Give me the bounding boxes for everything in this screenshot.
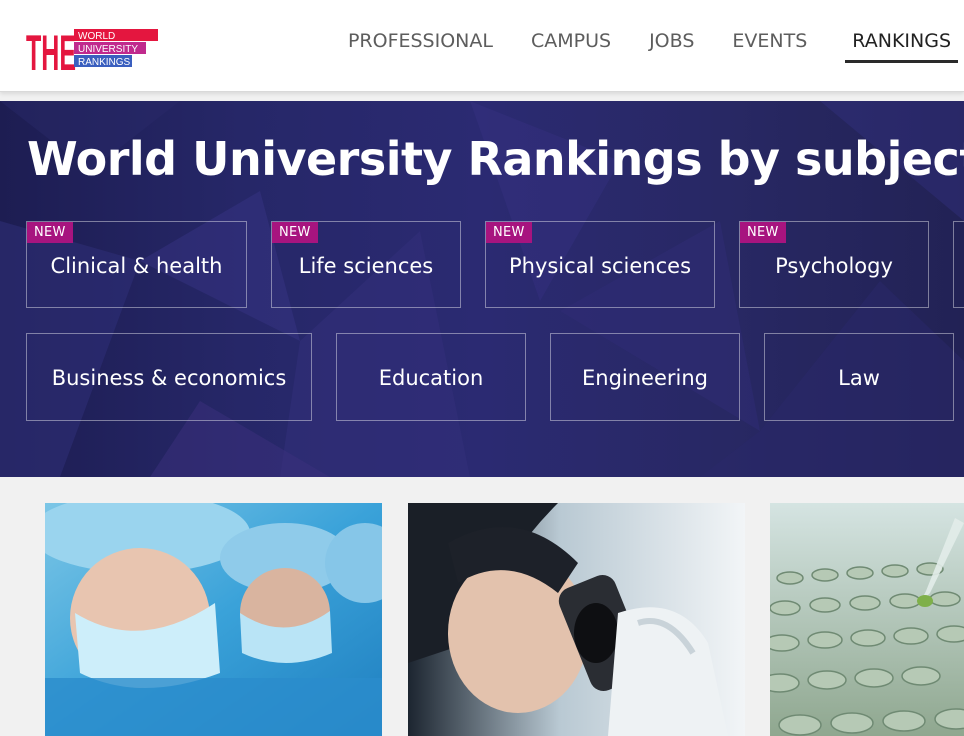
page-title: World University Rankings by subject <box>27 132 964 186</box>
subject-label: Physical sciences <box>508 253 692 278</box>
card-microscope-image[interactable] <box>408 503 745 736</box>
nav-events[interactable]: EVENTS <box>732 26 807 63</box>
logo-line-1: WORLD <box>78 31 115 42</box>
subject-label: Engineering <box>582 366 708 390</box>
the-logo-icon: THE WORLD UNIVERSITY RANKINGS <box>26 25 158 81</box>
site-header: THE WORLD UNIVERSITY RANKINGS PROFESSION… <box>0 0 964 92</box>
nav-professional[interactable]: PROFESSIONAL <box>348 26 493 63</box>
microscope-photo-icon <box>408 503 745 736</box>
new-badge: NEW <box>27 222 73 243</box>
logo-mark: THE <box>26 27 76 72</box>
subject-tile-business-economics[interactable]: Business & economics <box>26 333 312 421</box>
subject-label: Business & economics <box>51 366 287 390</box>
card-lab-plate-image[interactable] <box>770 503 964 736</box>
subject-tile-education[interactable]: Education <box>336 333 526 421</box>
subject-tile-clinical-health[interactable]: NEW Clinical & health <box>26 221 247 308</box>
card-surgeons-image[interactable] <box>45 503 382 736</box>
nav-jobs[interactable]: JOBS <box>649 26 694 63</box>
new-badge: NEW <box>740 222 786 243</box>
new-badge: NEW <box>486 222 532 243</box>
lab-plate-pipette-photo-icon <box>770 503 964 736</box>
nav-campus[interactable]: CAMPUS <box>531 26 611 63</box>
main-nav: PROFESSIONAL CAMPUS JOBS EVENTS RANKINGS <box>310 26 964 63</box>
subject-tile-psychology[interactable]: NEW Psychology <box>739 221 929 308</box>
subject-label: Clinical & health <box>50 253 223 278</box>
nav-rankings[interactable]: RANKINGS <box>845 26 958 63</box>
logo-line-2: UNIVERSITY <box>78 44 138 55</box>
subject-label: Life sciences <box>298 253 434 278</box>
subject-tile-physical-sciences[interactable]: NEW Physical sciences <box>485 221 715 308</box>
subject-label: Education <box>378 366 484 390</box>
site-logo[interactable]: THE WORLD UNIVERSITY RANKINGS <box>26 25 158 81</box>
logo-line-3: RANKINGS <box>78 57 131 68</box>
surgeons-photo-icon <box>45 503 382 736</box>
subject-label: Psychology <box>775 253 893 278</box>
subject-tile-partial[interactable] <box>953 221 964 308</box>
subject-tile-law[interactable]: Law <box>764 333 954 421</box>
subject-rankings-hero: World University Rankings by subject NEW… <box>0 101 964 477</box>
subject-tile-life-sciences[interactable]: NEW Life sciences <box>271 221 461 308</box>
new-badge: NEW <box>272 222 318 243</box>
subject-tile-engineering[interactable]: Engineering <box>550 333 740 421</box>
subject-label: Law <box>838 366 880 390</box>
